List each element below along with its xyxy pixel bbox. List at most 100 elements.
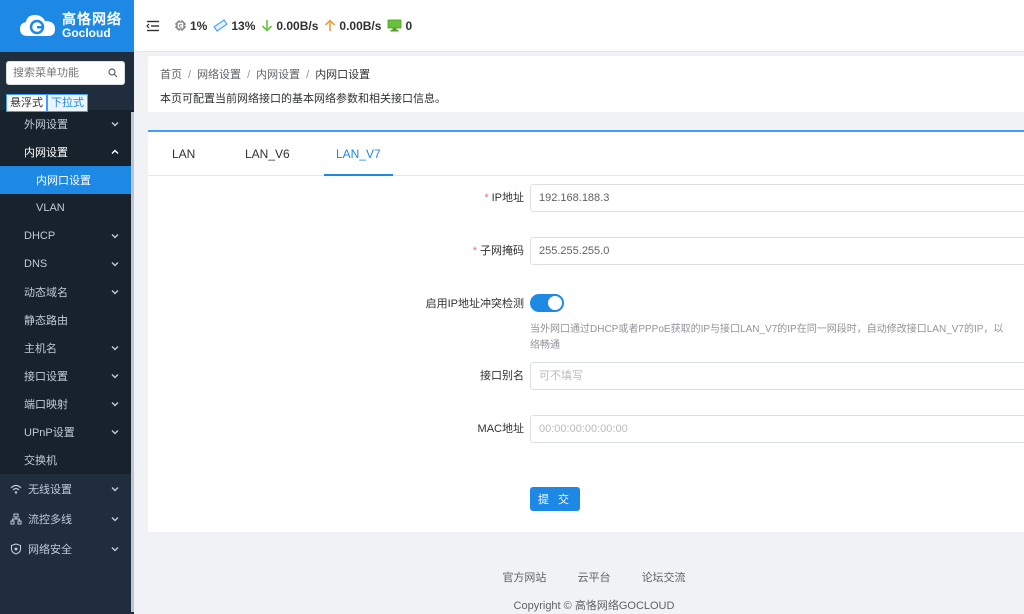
breadcrumb-home[interactable]: 首页 (160, 69, 182, 81)
breadcrumb-separator: / (306, 69, 310, 81)
chevron-down-icon (111, 430, 119, 435)
menu-mode-toggle: 悬浮式 下拉式 (6, 94, 88, 112)
chevron-down-icon (111, 262, 119, 267)
breadcrumb: 首页 / 网络设置 / 内网设置 / 内网口设置 (160, 66, 1012, 82)
memory-icon (213, 19, 228, 32)
sidebar-item-label: 外网设置 (24, 119, 68, 131)
alias-row: 接口别名 (148, 362, 1024, 390)
download-value: 0.00B/s (276, 18, 319, 33)
sidebar-scrollbar[interactable] (131, 112, 134, 612)
breadcrumb-current: 内网口设置 (315, 69, 371, 81)
chevron-down-icon (111, 346, 119, 351)
alias-label: 接口别名 (480, 370, 524, 382)
sidebar-item-label: 端口映射 (24, 399, 68, 411)
chevron-down-icon (111, 547, 119, 552)
sidebar-item-lan[interactable]: 内网设置 (0, 138, 134, 166)
wifi-icon (10, 484, 22, 494)
sidebar-item-wireless[interactable]: 无线设置 (0, 474, 134, 504)
sidebar-item-label: 内网口设置 (36, 175, 91, 187)
mac-row: MAC地址 (148, 415, 1024, 443)
footer-link-forum[interactable]: 论坛交流 (642, 572, 686, 584)
sidebar-item-port-mapping[interactable]: 端口映射 (0, 390, 134, 418)
sidebar-item-static-route[interactable]: 静态路由 (0, 306, 134, 334)
download-speed: 0.00B/s (261, 19, 318, 33)
arrow-up-icon (325, 19, 336, 31)
arrow-down-icon (262, 20, 273, 32)
sidebar-item-hostname[interactable]: 主机名 (0, 334, 134, 362)
sidebar-item-upnp[interactable]: UPnP设置 (0, 418, 134, 446)
sidebar-item-label: 内网设置 (24, 147, 68, 159)
required-mark: * (472, 245, 477, 257)
sidebar-item-label: UPnP设置 (24, 427, 75, 439)
breadcrumb-lan[interactable]: 内网设置 (256, 69, 300, 81)
mask-label: * 子网掩码 (473, 237, 524, 265)
footer-link-official[interactable]: 官方网站 (502, 572, 546, 584)
sidebar-item-security[interactable]: 网络安全 (0, 534, 134, 564)
menu-collapse-icon[interactable] (146, 20, 160, 32)
sidebar: 高恪网络 Gocloud 悬浮式 下拉式 外网设置 内网设置 内网口设置 VLA… (0, 0, 134, 614)
conflict-hint-line2: 络畅通 (530, 340, 560, 351)
required-mark: * (484, 192, 489, 204)
menu-search-input[interactable] (13, 67, 103, 79)
chevron-down-icon (111, 402, 119, 407)
sidebar-item-wan[interactable]: 外网设置 (0, 110, 134, 138)
conflict-hint: 当外网口通过DHCP或者PPPoE获取的IP与接口LAN_V7的IP在同一网段时… (530, 322, 1024, 354)
sidebar-item-dhcp[interactable]: DHCP (0, 222, 134, 250)
sidebar-item-label: 主机名 (24, 343, 57, 355)
tab-lan-v7[interactable]: LAN_V7 (324, 132, 393, 176)
chevron-down-icon (111, 487, 119, 492)
svg-text:C: C (179, 23, 183, 29)
monitor-icon (388, 19, 402, 32)
sidebar-item-label: 静态路由 (24, 315, 68, 327)
footer: 官方网站 云平台 论坛交流 Copyright © 高恪网络GOCLOUD (134, 560, 1024, 614)
interface-alias-input[interactable] (530, 362, 1024, 390)
cpu-value: 1% (190, 18, 208, 33)
tab-lan-v6[interactable]: LAN_V6 (233, 132, 302, 176)
sidebar-item-label: 无线设置 (28, 484, 72, 496)
mask-row: * 子网掩码 (148, 237, 1024, 265)
chevron-down-icon (111, 290, 119, 295)
breadcrumb-separator: / (188, 69, 192, 81)
mac-address-input[interactable] (530, 415, 1024, 443)
sidebar-item-label: 交换机 (24, 455, 57, 467)
sidebar-item-ddns[interactable]: 动态域名 (0, 278, 134, 306)
sidebar-item-interface[interactable]: 接口设置 (0, 362, 134, 390)
sidebar-item-label: 网络安全 (28, 544, 72, 556)
brand-name-cn: 高恪网络 (62, 11, 122, 27)
ip-row: * IP地址 (148, 184, 1024, 212)
upload-value: 0.00B/s (339, 18, 382, 33)
sidebar-item-lan-port[interactable]: 内网口设置 (0, 166, 134, 194)
brand-name-en: Gocloud (62, 26, 111, 40)
sidebar-item-switch[interactable]: 交换机 (0, 446, 134, 474)
upload-speed: 0.00B/s (324, 19, 381, 33)
sidebar-item-dns[interactable]: DNS (0, 250, 134, 278)
mode-dropdown-button[interactable]: 下拉式 (47, 94, 88, 112)
mac-label: MAC地址 (477, 423, 524, 435)
submit-button[interactable]: 提 交 (530, 487, 580, 511)
footer-link-cloud[interactable]: 云平台 (578, 572, 611, 584)
shield-icon (10, 543, 22, 555)
ip-address-input[interactable] (530, 184, 1024, 212)
footer-links: 官方网站 云平台 论坛交流 (134, 569, 1024, 585)
conflict-detection-switch[interactable] (530, 294, 564, 312)
memory-usage: 13% (213, 19, 255, 33)
mask-label-text: 子网掩码 (480, 245, 524, 257)
cpu-icon: C (175, 20, 186, 31)
mode-float-button[interactable]: 悬浮式 (6, 94, 47, 112)
flow-control-icon (10, 513, 22, 525)
chevron-down-icon (111, 122, 119, 127)
chevron-down-icon (111, 517, 119, 522)
sidebar-item-label: VLAN (36, 202, 65, 214)
breadcrumb-network[interactable]: 网络设置 (197, 69, 241, 81)
sidebar-item-vlan[interactable]: VLAN (0, 194, 134, 222)
sidebar-item-label: DHCP (24, 230, 56, 242)
sidebar-item-label: 动态域名 (24, 287, 68, 299)
sidebar-item-flow-control[interactable]: 流控多线 (0, 504, 134, 534)
menu-search-box[interactable] (6, 61, 125, 85)
search-icon[interactable] (108, 68, 118, 78)
tab-lan[interactable]: LAN (160, 132, 207, 176)
top-status-bar: C 1% 13% 0.00B/s 0.00B/s 0 (134, 0, 1024, 52)
subnet-mask-input[interactable] (530, 237, 1024, 265)
copyright: Copyright © 高恪网络GOCLOUD (513, 600, 675, 612)
page-header: 首页 / 网络设置 / 内网设置 / 内网口设置 本页可配置当前网络接口的基本网络参数和相关… (148, 56, 1024, 112)
